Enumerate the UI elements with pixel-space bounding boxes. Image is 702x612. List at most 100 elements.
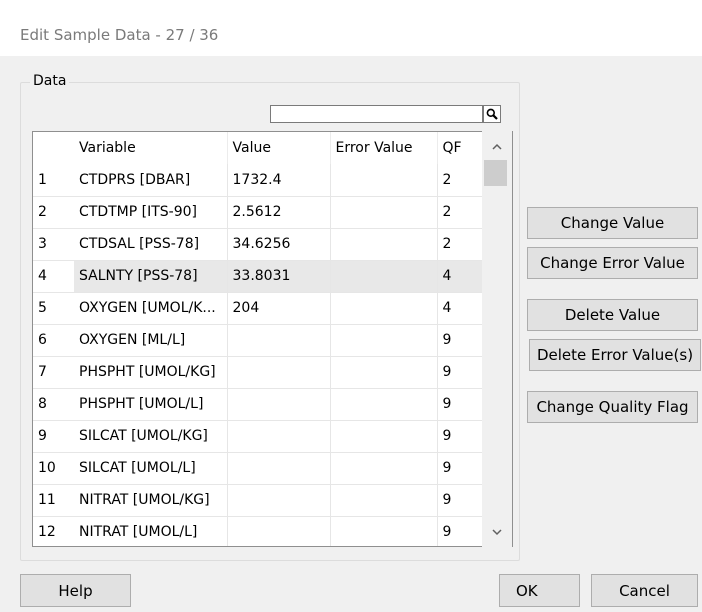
table-row[interactable]: 10 SILCAT [UMOL/L] 9 bbox=[33, 452, 483, 485]
help-button[interactable]: Help bbox=[20, 574, 131, 607]
qf-cell[interactable]: 4 bbox=[437, 292, 483, 325]
variable-cell[interactable]: PHSPHT [UMOL/L] bbox=[74, 388, 228, 421]
value-cell[interactable] bbox=[227, 516, 331, 546]
table-header: Variable Value Error Value QF bbox=[33, 132, 483, 164]
error-value-cell[interactable] bbox=[330, 324, 438, 357]
variable-cell[interactable]: SILCAT [UMOL/L] bbox=[74, 452, 228, 485]
delete-value-button[interactable]: Delete Value bbox=[527, 299, 698, 331]
variable-cell[interactable]: CTDTMP [ITS-90] bbox=[74, 196, 228, 229]
row-number[interactable]: 5 bbox=[33, 292, 74, 325]
ok-button[interactable]: OK bbox=[499, 574, 580, 607]
row-number[interactable]: 4 bbox=[33, 260, 74, 293]
scrollbar-thumb[interactable] bbox=[484, 160, 507, 186]
error-value-cell[interactable] bbox=[330, 516, 438, 546]
column-header-qf[interactable]: QF bbox=[437, 132, 483, 164]
table-row[interactable]: 5 OXYGEN [UMOL/K... 204 4 bbox=[33, 292, 483, 325]
row-number[interactable]: 3 bbox=[33, 228, 74, 261]
window-top-strip bbox=[0, 0, 702, 14]
error-value-cell[interactable] bbox=[330, 228, 438, 261]
row-number[interactable]: 6 bbox=[33, 324, 74, 357]
row-number[interactable]: 7 bbox=[33, 356, 74, 389]
table-row[interactable]: 12 NITRAT [UMOL/L] 9 bbox=[33, 516, 483, 546]
row-number[interactable]: 1 bbox=[33, 164, 74, 197]
value-cell[interactable] bbox=[227, 356, 331, 389]
row-number[interactable]: 9 bbox=[33, 420, 74, 453]
variable-cell[interactable]: CTDPRS [DBAR] bbox=[74, 164, 228, 197]
error-value-cell[interactable] bbox=[330, 452, 438, 485]
variable-cell[interactable]: OXYGEN [ML/L] bbox=[74, 324, 228, 357]
value-cell[interactable] bbox=[227, 452, 331, 485]
qf-cell[interactable]: 9 bbox=[437, 388, 483, 421]
search-button[interactable] bbox=[483, 105, 501, 123]
change-quality-flag-button[interactable]: Change Quality Flag bbox=[527, 391, 698, 423]
table-row[interactable]: 2 CTDTMP [ITS-90] 2.5612 2 bbox=[33, 196, 483, 229]
value-cell[interactable]: 2.5612 bbox=[227, 196, 331, 229]
row-number[interactable]: 2 bbox=[33, 196, 74, 229]
qf-cell[interactable]: 9 bbox=[437, 356, 483, 389]
qf-cell[interactable]: 9 bbox=[437, 516, 483, 546]
value-cell[interactable]: 204 bbox=[227, 292, 331, 325]
error-value-cell[interactable] bbox=[330, 164, 438, 197]
chevron-up-icon bbox=[492, 143, 502, 150]
variable-cell[interactable]: NITRAT [UMOL/KG] bbox=[74, 484, 228, 517]
qf-cell[interactable]: 4 bbox=[437, 260, 483, 293]
variable-cell[interactable]: SILCAT [UMOL/KG] bbox=[74, 420, 228, 453]
change-error-value-button[interactable]: Change Error Value bbox=[527, 247, 698, 279]
table-row[interactable]: 8 PHSPHT [UMOL/L] 9 bbox=[33, 388, 483, 421]
row-number[interactable]: 11 bbox=[33, 484, 74, 517]
error-value-cell[interactable] bbox=[330, 484, 438, 517]
error-value-cell[interactable] bbox=[330, 196, 438, 229]
qf-cell[interactable]: 9 bbox=[437, 484, 483, 517]
value-cell[interactable] bbox=[227, 420, 331, 453]
column-header-error-value[interactable]: Error Value bbox=[330, 132, 438, 164]
variable-cell[interactable]: SALNTY [PSS-78] bbox=[74, 260, 228, 293]
table-row[interactable]: 4 SALNTY [PSS-78] 33.8031 4 bbox=[33, 260, 483, 293]
variable-cell[interactable]: NITRAT [UMOL/L] bbox=[74, 516, 228, 546]
variable-cell[interactable]: CTDSAL [PSS-78] bbox=[74, 228, 228, 261]
qf-cell[interactable]: 9 bbox=[437, 324, 483, 357]
change-value-button[interactable]: Change Value bbox=[527, 207, 698, 239]
chevron-down-icon bbox=[492, 528, 502, 535]
dialog-title: Edit Sample Data - 27 / 36 bbox=[0, 14, 702, 56]
column-header-variable[interactable]: Variable bbox=[74, 132, 228, 164]
table-row[interactable]: 11 NITRAT [UMOL/KG] 9 bbox=[33, 484, 483, 517]
table-row[interactable]: 7 PHSPHT [UMOL/KG] 9 bbox=[33, 356, 483, 389]
error-value-cell[interactable] bbox=[330, 292, 438, 325]
table-row[interactable]: 9 SILCAT [UMOL/KG] 9 bbox=[33, 420, 483, 453]
row-number[interactable]: 8 bbox=[33, 388, 74, 421]
qf-cell[interactable]: 2 bbox=[437, 228, 483, 261]
variable-cell[interactable]: PHSPHT [UMOL/KG] bbox=[74, 356, 228, 389]
data-group-label: Data bbox=[30, 72, 70, 90]
table-row[interactable]: 6 OXYGEN [ML/L] 9 bbox=[33, 324, 483, 357]
delete-error-values-button[interactable]: Delete Error Value(s) bbox=[529, 339, 701, 371]
data-table[interactable]: Variable Value Error Value QF 1 CTDPRS [D… bbox=[32, 131, 513, 547]
row-number[interactable]: 10 bbox=[33, 452, 74, 485]
column-header-value[interactable]: Value bbox=[227, 132, 331, 164]
value-cell[interactable] bbox=[227, 388, 331, 421]
search-icon bbox=[486, 108, 498, 120]
qf-cell[interactable]: 2 bbox=[437, 196, 483, 229]
error-value-cell[interactable] bbox=[330, 388, 438, 421]
scroll-up-button[interactable] bbox=[482, 135, 512, 157]
search-input[interactable] bbox=[270, 105, 483, 123]
table-scrollbar[interactable] bbox=[482, 131, 512, 547]
value-cell[interactable]: 34.6256 bbox=[227, 228, 331, 261]
table-row[interactable]: 1 CTDPRS [DBAR] 1732.4 2 bbox=[33, 164, 483, 197]
data-table-grid: Variable Value Error Value QF 1 CTDPRS [D… bbox=[33, 132, 483, 546]
qf-cell[interactable]: 2 bbox=[437, 164, 483, 197]
value-cell[interactable]: 33.8031 bbox=[227, 260, 331, 293]
column-header-index[interactable] bbox=[33, 132, 74, 164]
value-cell[interactable] bbox=[227, 484, 331, 517]
row-number[interactable]: 12 bbox=[33, 516, 74, 546]
error-value-cell[interactable] bbox=[330, 420, 438, 453]
error-value-cell[interactable] bbox=[330, 260, 438, 293]
cancel-button[interactable]: Cancel bbox=[591, 574, 698, 607]
value-cell[interactable] bbox=[227, 324, 331, 357]
error-value-cell[interactable] bbox=[330, 356, 438, 389]
qf-cell[interactable]: 9 bbox=[437, 420, 483, 453]
value-cell[interactable]: 1732.4 bbox=[227, 164, 331, 197]
table-row[interactable]: 3 CTDSAL [PSS-78] 34.6256 2 bbox=[33, 228, 483, 261]
variable-cell[interactable]: OXYGEN [UMOL/K... bbox=[74, 292, 228, 325]
qf-cell[interactable]: 9 bbox=[437, 452, 483, 485]
scroll-down-button[interactable] bbox=[482, 521, 512, 543]
